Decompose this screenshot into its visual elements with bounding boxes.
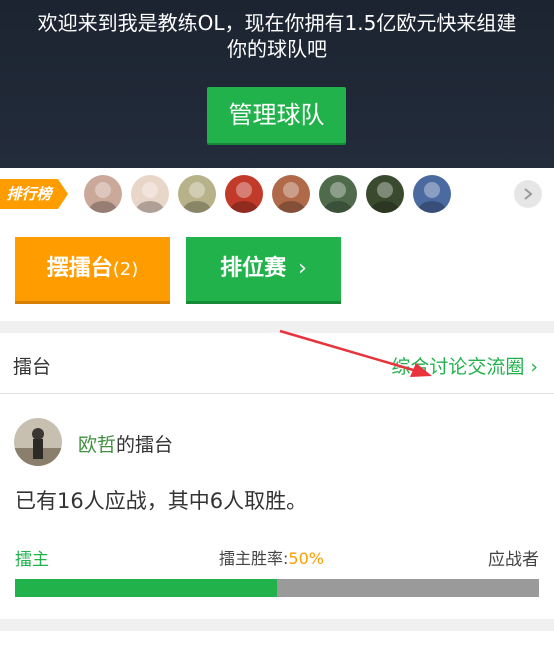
owner-suffix: 的擂台 (116, 434, 174, 456)
chevron-right-icon: › (298, 256, 307, 281)
manage-team-button[interactable]: 管理球队 (207, 87, 346, 143)
welcome-line-1: 欢迎来到我是教练OL，现在你拥有1.5亿欧元快来组建 (37, 11, 517, 35)
discussion-forum-link[interactable]: 综合讨论交流圈 › (391, 352, 538, 379)
avatar-team-photo[interactable] (319, 175, 357, 213)
welcome-line-2: 你的球队吧 (227, 37, 327, 61)
avatar-coach[interactable] (272, 175, 310, 213)
ranking-next-button[interactable] (514, 180, 542, 208)
challenge-summary: 已有16人应战，其中6人取胜。 (15, 489, 308, 513)
set-arena-button[interactable]: 摆擂台(2) (15, 237, 170, 301)
owner-label: 擂主 (15, 550, 49, 570)
ranking-tag[interactable]: 排行榜 (0, 179, 68, 209)
chevron-right-icon (524, 188, 533, 200)
avatar-boy[interactable] (131, 175, 169, 213)
avatar-girl[interactable] (84, 175, 122, 213)
next-card (0, 631, 554, 653)
win-rate-bar (15, 579, 539, 597)
set-arena-count: (2) (112, 259, 139, 280)
challenger-label: 应战者 (488, 550, 539, 570)
win-rate-value: 50% (288, 549, 324, 568)
owner-name-link[interactable]: 欧哲 (78, 434, 116, 456)
win-rate-label: 擂主胜率:50% (219, 545, 324, 569)
win-rate-caption: 擂主胜率: (219, 549, 289, 568)
owner-photo (14, 418, 62, 466)
arena-section-title: 擂台 (13, 356, 52, 378)
avatar-red-player[interactable] (225, 175, 263, 213)
ranked-match-label: 排位赛 (220, 256, 287, 281)
ranked-match-button[interactable]: 排位赛 › (186, 237, 341, 301)
avatar-cartoon[interactable] (178, 175, 216, 213)
avatar-group[interactable] (413, 175, 451, 213)
win-rate-bar-fill (15, 579, 277, 597)
divider (0, 393, 554, 394)
owner-avatar[interactable] (14, 418, 62, 466)
set-arena-label: 摆擂台 (46, 256, 113, 281)
avatar-dark[interactable] (366, 175, 404, 213)
arena-owner-line: 欧哲的擂台 (78, 430, 173, 457)
welcome-message: 欢迎来到我是教练OL，现在你拥有1.5亿欧元快来组建 你的球队吧 (0, 10, 554, 62)
